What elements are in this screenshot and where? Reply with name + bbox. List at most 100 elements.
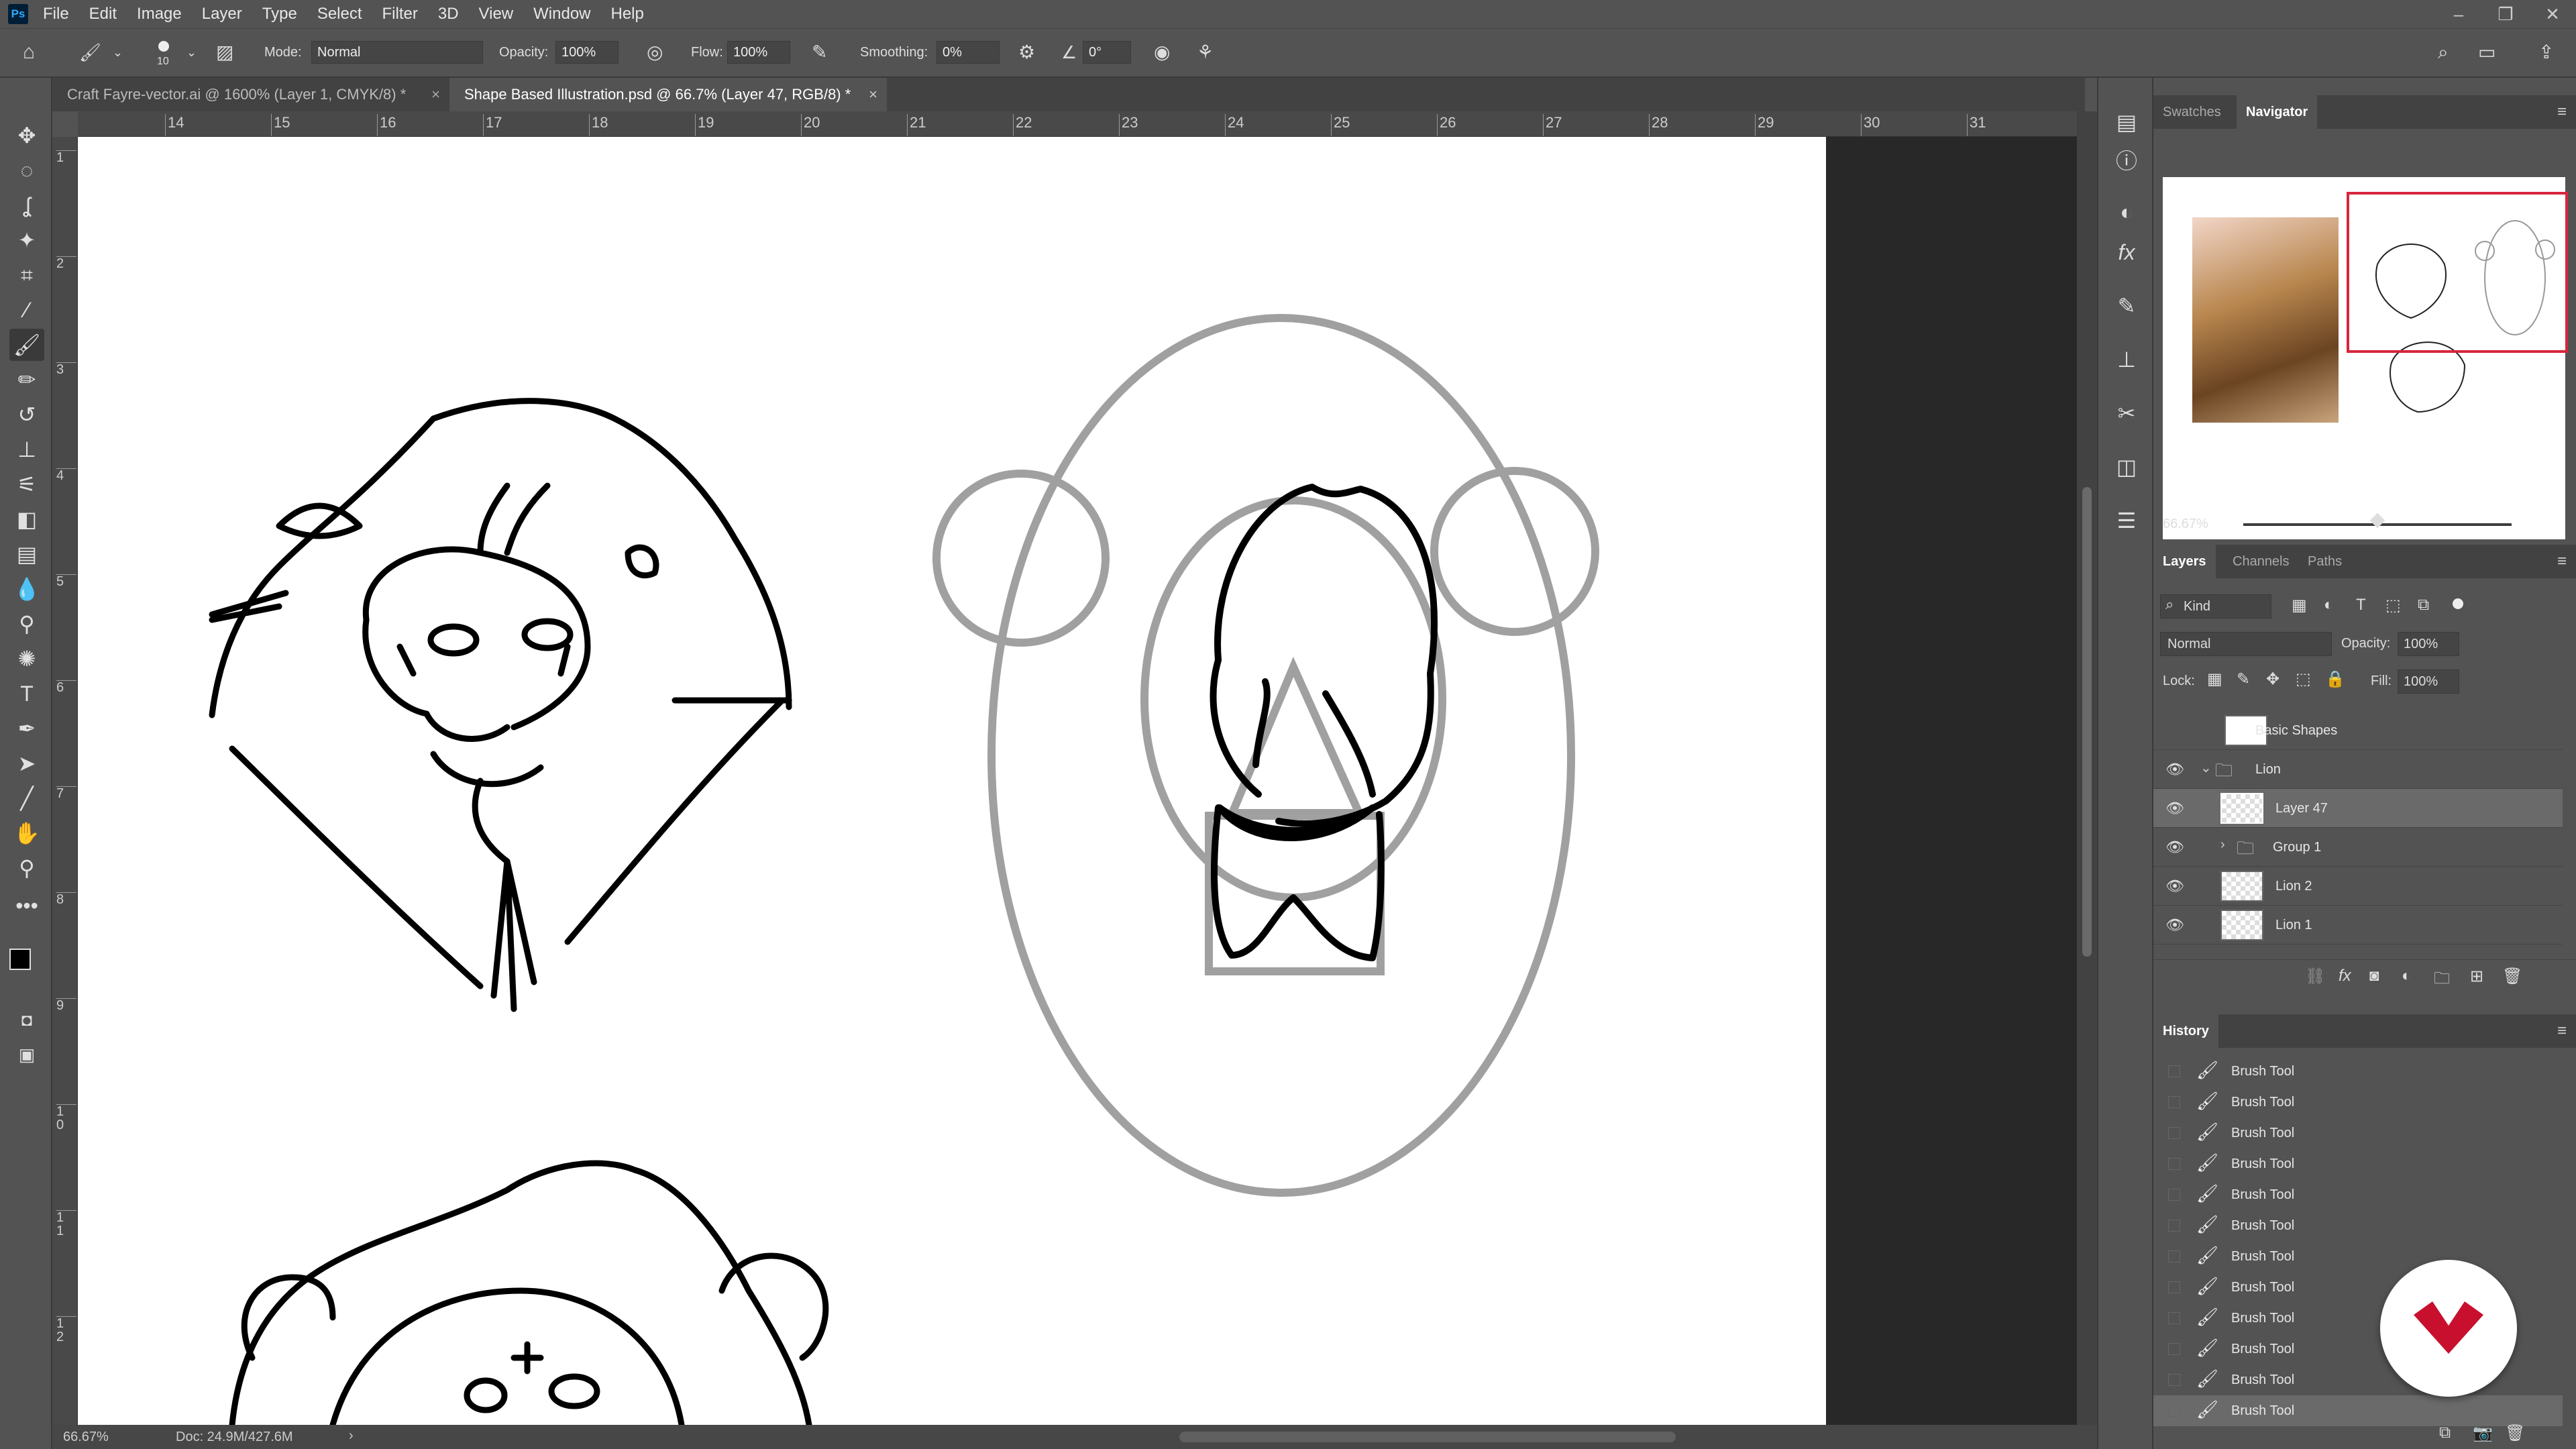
menu-help[interactable]: Help <box>611 5 644 23</box>
foreground-color-swatch[interactable] <box>9 949 31 970</box>
filter-shape-icon[interactable]: ⬚ <box>2385 596 2401 615</box>
brushes-panel-icon[interactable]: ✎ <box>2110 290 2143 322</box>
tab-navigator[interactable]: Navigator <box>2237 95 2318 129</box>
symmetry-icon[interactable]: ⚘ <box>1197 41 1214 64</box>
new-group-icon[interactable]: 🗀 <box>2434 967 2450 994</box>
info-icon[interactable]: ⓘ <box>2110 145 2143 177</box>
tab-shape-based-illustration[interactable]: Shape Based Illustration.psd @ 66.7% (La… <box>449 78 887 111</box>
adjustments-icon[interactable]: ◐ <box>2110 196 2143 228</box>
snapshot-camera-icon[interactable]: 📷 <box>2473 1424 2493 1443</box>
share-icon[interactable]: ⇪ <box>2538 41 2554 64</box>
menu-window[interactable]: Window <box>533 5 590 23</box>
pencil-tool-icon[interactable]: ✏ <box>9 364 44 396</box>
libraries-icon[interactable]: ◫ <box>2110 451 2143 483</box>
status-menu-arrow[interactable]: › <box>349 1428 354 1444</box>
home-icon[interactable]: ⌂ <box>23 41 35 64</box>
layer-row-group-1[interactable]: 👁 › 🗀 Group 1 <box>2153 828 2563 867</box>
canvas-vertical-scrollbar[interactable] <box>2077 111 2097 1425</box>
tab-channels[interactable]: Channels <box>2223 545 2299 578</box>
search-icon[interactable]: ⌕ <box>2438 41 2449 64</box>
history-checkbox[interactable] <box>2168 1220 2180 1232</box>
canvas-area[interactable] <box>78 137 2077 1425</box>
clone-stamp-tool-icon[interactable]: ⊥ <box>9 433 44 466</box>
angle-input[interactable]: 0° <box>1083 41 1131 64</box>
magic-wand-tool-icon[interactable]: ✦ <box>9 224 44 256</box>
menu-image[interactable]: Image <box>137 5 182 23</box>
delete-layer-icon[interactable]: 🗑 <box>2502 967 2522 986</box>
history-item[interactable]: 🖌 Brush Tool <box>2153 1210 2563 1241</box>
tab-swatches[interactable]: Swatches <box>2153 95 2231 129</box>
menu-file[interactable]: File <box>43 5 69 23</box>
close-icon[interactable]: × <box>869 78 877 111</box>
brush-tool-icon[interactable]: 🖌 <box>9 329 44 361</box>
opacity-input[interactable]: 100% <box>555 41 619 64</box>
add-mask-icon[interactable]: ◙ <box>2369 967 2379 985</box>
crop-tool-icon[interactable]: ⌗ <box>9 259 44 291</box>
brush-size-chevron-icon[interactable]: ⌄ <box>186 41 197 64</box>
fill-input[interactable]: 100% <box>2398 669 2459 694</box>
tool-presets-icon[interactable]: ✂ <box>2110 397 2143 429</box>
adjustment-layer-icon[interactable]: ◐ <box>2402 967 2412 985</box>
eye-icon[interactable]: 👁 <box>2165 839 2184 856</box>
panel-menu-icon[interactable]: ≡ <box>2557 1014 2567 1048</box>
menu-layer[interactable]: Layer <box>202 5 242 23</box>
blur-tool-icon[interactable]: 💧 <box>9 573 44 605</box>
filter-pixel-icon[interactable]: ▦ <box>2292 596 2307 615</box>
mixer-brush-tool-icon[interactable]: ⚟ <box>9 468 44 500</box>
lock-image-icon[interactable]: ✎ <box>2237 669 2250 689</box>
layer-row-layer-47[interactable]: 👁 Layer 47 <box>2153 789 2563 828</box>
clone-source-icon[interactable]: ⊥ <box>2110 343 2143 376</box>
lock-position-icon[interactable]: ✥ <box>2266 669 2279 689</box>
chevron-right-icon[interactable]: › <box>2220 837 2225 853</box>
line-tool-icon[interactable]: ╱ <box>9 782 44 814</box>
hand-tool-icon[interactable]: ✋ <box>9 817 44 849</box>
filter-adjustment-icon[interactable]: ◐ <box>2324 596 2334 614</box>
history-checkbox[interactable] <box>2168 1343 2180 1355</box>
delete-state-icon[interactable]: 🗑 <box>2505 1424 2525 1443</box>
history-checkbox[interactable] <box>2168 1405 2180 1417</box>
pressure-size-icon[interactable]: ◉ <box>1154 41 1170 64</box>
flow-input[interactable]: 100% <box>727 41 790 64</box>
panel-menu-icon[interactable]: ≡ <box>2557 95 2567 129</box>
navigator-view-frame[interactable] <box>2347 192 2568 353</box>
tab-layers[interactable]: Layers <box>2153 545 2216 578</box>
gradient-tool-icon[interactable]: ▤ <box>9 538 44 570</box>
link-layers-icon[interactable]: ⛓ <box>2305 967 2325 986</box>
zoom-tool-icon[interactable]: ⚲ <box>9 852 44 884</box>
tab-paths[interactable]: Paths <box>2298 545 2351 578</box>
styles-fx-icon[interactable]: fx <box>2110 236 2143 268</box>
history-checkbox[interactable] <box>2168 1065 2180 1077</box>
eye-icon[interactable]: 👁 <box>2165 800 2184 817</box>
brush-settings-icon[interactable]: ▨ <box>216 41 233 64</box>
history-checkbox[interactable] <box>2168 1312 2180 1324</box>
history-item[interactable]: 🖌 Brush Tool <box>2153 1056 2563 1087</box>
smoothing-input[interactable]: 0% <box>936 41 1000 64</box>
history-checkbox[interactable] <box>2168 1158 2180 1170</box>
blend-mode-select[interactable]: Normal <box>2160 632 2332 656</box>
filter-smart-object-icon[interactable]: ⧉ <box>2418 596 2429 614</box>
lock-artboard-icon[interactable]: ⬚ <box>2296 669 2311 689</box>
pen-tool-icon[interactable]: ✒ <box>9 712 44 745</box>
airbrush-icon[interactable]: ✎ <box>812 41 827 64</box>
tab-history[interactable]: History <box>2153 1014 2218 1048</box>
restore-button[interactable]: ❐ <box>2482 4 2529 25</box>
layer-filter-kind-select[interactable]: Kind <box>2160 594 2271 619</box>
path-selection-tool-icon[interactable]: ➤ <box>9 747 44 780</box>
zoom-level[interactable]: 66.67% <box>63 1430 109 1445</box>
history-checkbox[interactable] <box>2168 1250 2180 1263</box>
menu-filter[interactable]: Filter <box>382 5 418 23</box>
menu-select[interactable]: Select <box>317 5 362 23</box>
eyedropper-tool-icon[interactable]: ⁄ <box>9 294 44 326</box>
layer-row-lion-group[interactable]: 👁 ⌄ 🗀 Lion <box>2153 750 2563 789</box>
filter-type-icon[interactable]: T <box>2356 596 2366 614</box>
layer-row-lion-2[interactable]: 👁 Lion 2 <box>2153 867 2563 906</box>
panel-menu-icon[interactable]: ≡ <box>2557 545 2567 578</box>
eye-icon[interactable]: 👁 <box>2165 761 2184 778</box>
chevron-down-icon[interactable]: ⌄ <box>2200 759 2212 776</box>
history-item[interactable]: 🖌 Brush Tool <box>2153 1148 2563 1179</box>
brush-preview-icon[interactable] <box>158 41 169 52</box>
history-checkbox[interactable] <box>2168 1189 2180 1201</box>
history-checkbox[interactable] <box>2168 1374 2180 1386</box>
navigator-zoom-value[interactable]: 66.67% <box>2163 517 2208 532</box>
close-icon[interactable]: × <box>431 78 440 111</box>
